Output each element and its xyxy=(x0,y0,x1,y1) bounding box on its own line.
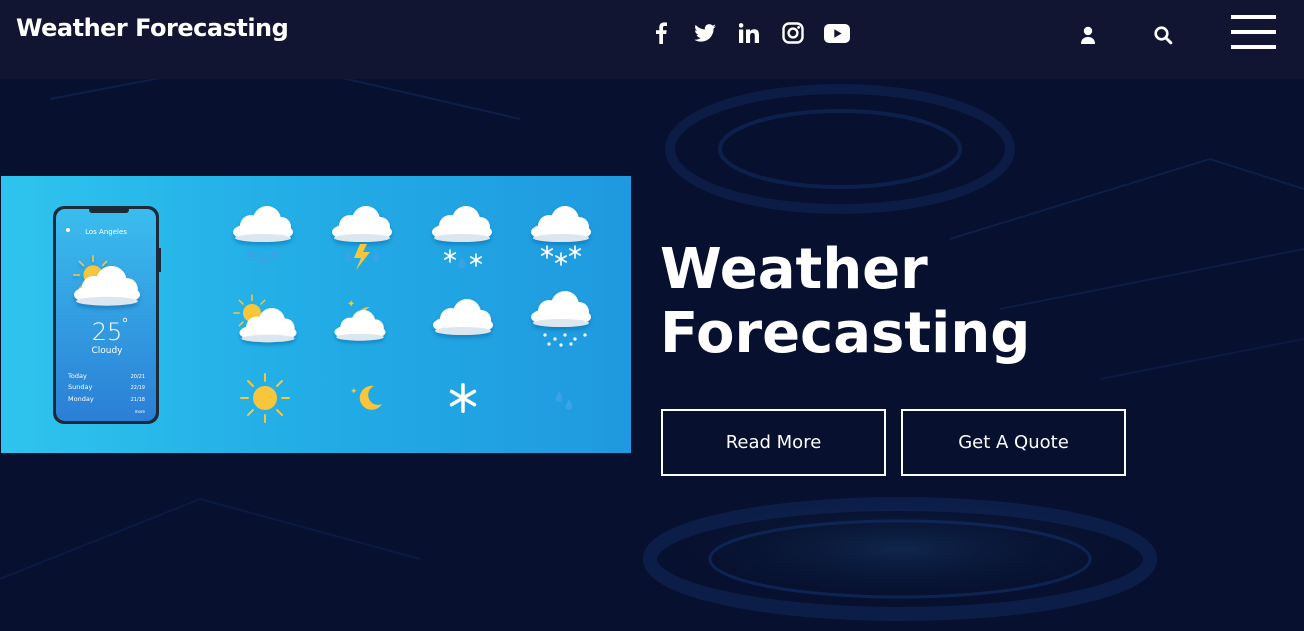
svg-text:✦: ✦ xyxy=(350,387,358,397)
facebook-icon[interactable] xyxy=(648,20,674,46)
phone-condition: Cloudy xyxy=(91,346,123,356)
linkedin-icon[interactable] xyxy=(736,20,762,46)
snow-cloud-icon xyxy=(531,206,591,266)
forecast-range: 20/21 xyxy=(131,374,145,380)
instagram-icon[interactable] xyxy=(780,20,806,46)
site-brand[interactable]: Weather Forecasting xyxy=(16,14,289,42)
cloud-icon xyxy=(433,299,493,335)
forecast-more: more xyxy=(135,409,146,414)
thunderstorm-icon xyxy=(332,206,392,270)
phone-temperature: 25 xyxy=(92,318,123,346)
get-quote-button[interactable]: Get A Quote xyxy=(901,409,1126,476)
hero-weather-image: Los Angeles 25 Cloudy Today 20/21 Sunday… xyxy=(1,176,631,453)
rain-cloud-icon xyxy=(233,206,293,264)
hero-title-line1: Weather xyxy=(660,237,928,302)
forecast-day: Monday xyxy=(68,395,94,403)
hero-title: Weather Forecasting xyxy=(660,238,1160,366)
user-icon[interactable] xyxy=(1077,24,1099,46)
forecast-range: 22/19 xyxy=(131,385,145,391)
read-more-button[interactable]: Read More xyxy=(661,409,886,476)
phone-city: Los Angeles xyxy=(85,228,127,236)
forecast-range: 21/18 xyxy=(131,397,145,403)
hamburger-menu-icon[interactable] xyxy=(1231,14,1276,50)
partly-sunny-icon xyxy=(233,294,297,343)
moon-icon: ✦ xyxy=(350,385,382,410)
weather-app-illustration: Los Angeles 25 Cloudy Today 20/21 Sunday… xyxy=(53,206,591,424)
top-navbar: Weather Forecasting xyxy=(0,0,1304,79)
hero-title-line2: Forecasting xyxy=(660,301,1031,366)
search-icon[interactable] xyxy=(1152,24,1174,46)
phone-mockup: Los Angeles 25 Cloudy Today 20/21 Sunday… xyxy=(53,206,161,424)
hail-icon xyxy=(531,291,591,347)
night-cloud-icon: ✦ xyxy=(334,299,386,341)
snowflake-icon xyxy=(449,383,477,413)
svg-text:✦: ✦ xyxy=(347,299,355,310)
snow-rain-icon xyxy=(432,206,492,268)
forecast-day: Sunday xyxy=(68,383,92,391)
youtube-icon[interactable] xyxy=(824,20,850,46)
raindrops-icon xyxy=(555,391,573,410)
social-links xyxy=(648,20,850,46)
sun-icon xyxy=(240,373,290,423)
twitter-icon[interactable] xyxy=(692,20,718,46)
forecast-day: Today xyxy=(67,372,87,380)
